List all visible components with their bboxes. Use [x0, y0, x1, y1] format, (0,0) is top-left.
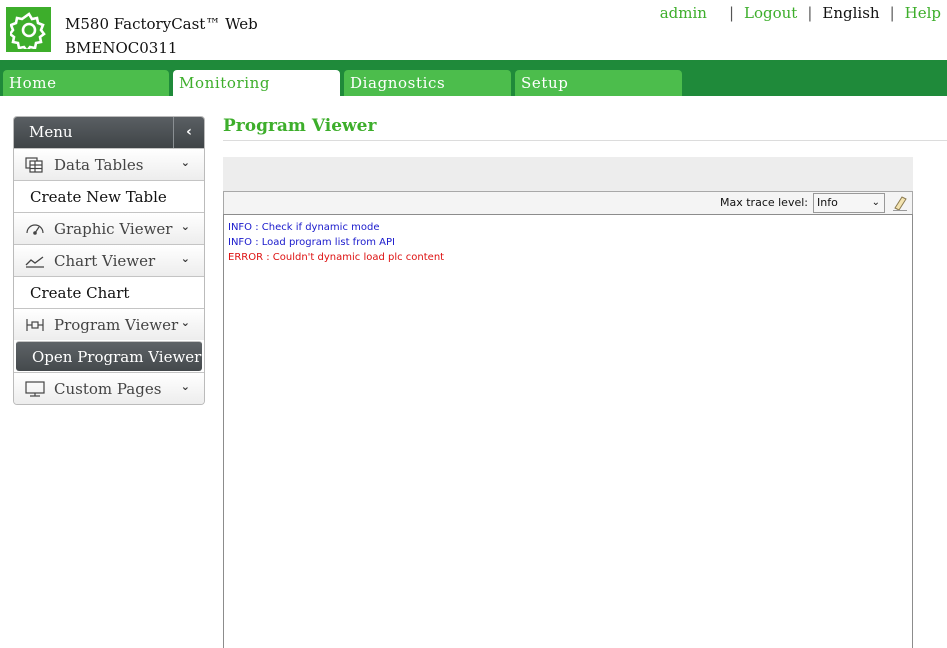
sidebar-item-create-new-table[interactable]: Create New Table — [14, 180, 204, 212]
menu-title: Menu — [29, 123, 73, 141]
chevron-down-icon: ⌄ — [180, 316, 190, 329]
trace-level-select[interactable]: Info ⌄ — [813, 193, 885, 213]
program-viewer-icon — [24, 316, 46, 334]
collapse-menu-button[interactable]: ‹ — [173, 117, 204, 148]
sidebar-item-label: Data Tables — [54, 155, 144, 174]
sidebar-item-label: Program Viewer — [54, 315, 179, 334]
tab-home[interactable]: Home — [3, 70, 169, 96]
sidebar-item-label: Custom Pages — [54, 379, 162, 398]
gear-icon — [9, 11, 46, 49]
sidebar-item-label: Create Chart — [30, 283, 130, 302]
separator: | — [807, 4, 813, 22]
graphic-viewer-icon — [24, 220, 46, 238]
separator: | — [728, 4, 735, 22]
log-line: ERROR : Couldn't dynamic load plc conten… — [228, 252, 445, 263]
chevron-down-icon: ⌄ — [180, 220, 190, 233]
clear-log-icon[interactable] — [891, 194, 909, 212]
log-line: INFO : Load program list from API — [228, 237, 395, 248]
custom-pages-icon — [24, 380, 46, 398]
sidebar-item-data-tables[interactable]: Data Tables ⌄ — [14, 148, 204, 180]
chart-viewer-icon — [24, 252, 46, 270]
title-divider — [223, 140, 947, 141]
app-logo — [6, 7, 51, 52]
sidebar-menu: Menu ‹ Data Tables ⌄ Create New Table Gr… — [13, 116, 205, 405]
user-link[interactable]: admin — [660, 4, 707, 22]
sidebar-item-graphic-viewer[interactable]: Graphic Viewer ⌄ — [14, 212, 204, 244]
sidebar-item-chart-viewer[interactable]: Chart Viewer ⌄ — [14, 244, 204, 276]
language-link[interactable]: English — [822, 4, 879, 22]
tab-setup[interactable]: Setup — [515, 70, 682, 96]
tab-diagnostics[interactable]: Diagnostics — [344, 70, 511, 96]
main-nav: Home Monitoring Diagnostics Setup — [0, 60, 947, 98]
sidebar-item-label: Chart Viewer — [54, 251, 156, 270]
separator: | — [889, 4, 895, 22]
sidebar-item-open-program-viewer[interactable]: Open Program Viewer — [16, 341, 202, 371]
logout-link[interactable]: Logout — [744, 4, 797, 22]
log-line: INFO : Check if dynamic mode — [228, 222, 380, 233]
chevron-down-icon: ⌄ — [871, 197, 880, 208]
chevron-down-icon: ⌄ — [180, 380, 190, 393]
trace-level-value: Info — [817, 196, 838, 209]
product-name: M580 FactoryCast™ Web — [65, 15, 258, 33]
help-link[interactable]: Help — [905, 4, 941, 22]
data-tables-icon — [24, 156, 46, 174]
trace-bar: Max trace level: Info ⌄ — [223, 191, 913, 214]
sidebar-item-program-viewer[interactable]: Program Viewer ⌄ — [14, 308, 204, 340]
sidebar-item-label: Graphic Viewer — [54, 219, 173, 238]
viewer-toolbar — [223, 157, 913, 191]
brand-block: M580 FactoryCast™ Web BMENOC0311 — [65, 12, 258, 60]
sidebar-item-custom-pages[interactable]: Custom Pages ⌄ — [14, 372, 204, 404]
trace-level-label: Max trace level: — [720, 196, 808, 209]
sidebar-item-label: Open Program Viewer — [32, 347, 202, 366]
sidebar-item-label: Create New Table — [30, 187, 167, 206]
sidebar-item-create-chart[interactable]: Create Chart — [14, 276, 204, 308]
top-links: admin | Logout | English | Help — [660, 4, 941, 22]
page-title: Program Viewer — [223, 116, 377, 136]
tab-monitoring[interactable]: Monitoring — [173, 70, 340, 98]
chevron-down-icon: ⌄ — [180, 156, 190, 169]
log-console: INFO : Check if dynamic mode INFO : Load… — [223, 214, 913, 648]
chevron-down-icon: ⌄ — [180, 252, 190, 265]
device-name: BMENOC0311 — [65, 39, 178, 57]
menu-header: Menu ‹ — [14, 117, 204, 148]
